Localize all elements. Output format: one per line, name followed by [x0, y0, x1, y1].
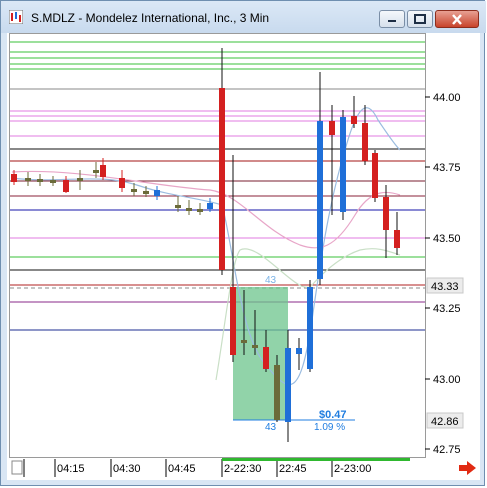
time-label: 22:45 — [279, 463, 307, 475]
price-tick: 44.00 — [433, 92, 461, 104]
price-chart[interactable]: 43 43 $0.47 1.09 % 44.00 43.75 43.50 43.… — [0, 0, 487, 488]
price-axis[interactable]: 44.00 43.75 43.50 43.25 43.00 42.75 43.3… — [425, 92, 464, 456]
candle — [307, 280, 313, 372]
price-tick: 43.75 — [433, 162, 461, 174]
candle — [274, 355, 280, 422]
current-price-label: 43.33 — [431, 281, 459, 293]
last-price-label: 42.86 — [431, 416, 459, 428]
scroll-start-box[interactable] — [11, 460, 23, 475]
time-label: 2-23:00 — [334, 463, 371, 475]
price-tick: 43.50 — [433, 233, 461, 245]
candle — [340, 110, 346, 220]
price-tick: 43.25 — [433, 303, 461, 315]
measure-bars-top: 43 — [265, 275, 277, 286]
plot-area[interactable] — [9, 33, 426, 458]
time-label: 04:30 — [113, 463, 141, 475]
candle — [372, 150, 378, 202]
price-tick: 42.75 — [433, 444, 461, 456]
measure-amount: $0.47 — [319, 409, 347, 421]
measure-bars-bottom: 43 — [265, 422, 277, 433]
price-tick: 43.00 — [433, 374, 461, 386]
time-axis[interactable]: 04:15 04:30 04:45 2-22:30 22:45 2-23:00 — [10, 458, 426, 477]
measure-percent: 1.09 % — [314, 422, 345, 433]
time-label: 2-22:30 — [224, 463, 261, 475]
scroll-right-arrow-icon[interactable] — [459, 461, 476, 475]
session-bar — [222, 458, 410, 461]
time-label: 04:45 — [168, 463, 196, 475]
time-label: 04:15 — [57, 463, 85, 475]
